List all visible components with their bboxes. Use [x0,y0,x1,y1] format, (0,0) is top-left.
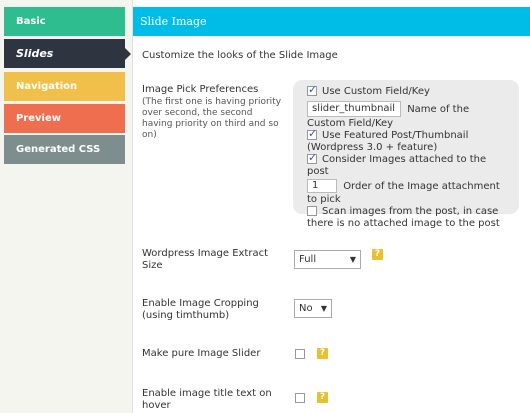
cropping-label: Enable Image Cropping [142,298,259,309]
tab-navigation[interactable]: Navigation [4,72,125,101]
title-hover-label-group: Enable image title text on hover [142,388,287,412]
extract-size-select[interactable]: Full ▼ [294,250,361,269]
featured-post-checkbox[interactable] [307,128,317,140]
extract-size-label: Wordpress Image Extract [142,248,269,259]
dropdown-arrow-icon: ▼ [349,255,356,264]
section-description: Customize the looks of the Slide Image [142,50,338,61]
tab-slides[interactable]: Slides [4,39,131,68]
title-hover-label-2: hover [142,400,171,411]
pure-slider-checkbox[interactable] [295,349,305,359]
featured-post-label: Use Featured Post/Thumbnail [322,130,469,141]
title-hover-checkbox[interactable] [295,393,305,403]
image-pick-preferences-box: Use Custom Field/Key slider_thumbnail Na… [293,80,519,229]
cropping-value: No [299,303,313,314]
attached-images-label: Consider Images attached to the post [307,154,487,177]
image-pick-label: Image Pick Preferences [142,84,259,95]
help-icon[interactable]: ? [317,392,328,403]
attachment-order-input[interactable]: 1 [307,179,337,193]
sidebar: Basic Slides Navigation Preview Generate… [0,0,133,413]
image-pick-subtext: (The first one is having priority over s… [142,97,282,140]
scan-images-checkbox[interactable] [307,206,317,216]
attachment-order-label: Order of the Image attachment [343,181,500,192]
custom-field-checkbox[interactable] [307,84,317,96]
featured-post-note: (Wordpress 3.0 + feature) [307,142,438,153]
cropping-label-group: Enable Image Cropping (using timthumb) [142,298,287,322]
help-icon[interactable]: ? [317,348,328,359]
help-icon[interactable]: ? [372,249,383,260]
tab-generated-css[interactable]: Generated CSS [4,135,125,164]
scan-images-label: Scan images from the post, in case [322,206,499,217]
scan-images-label-2: there is no attached image to the post [307,218,500,229]
custom-field-input[interactable]: slider_thumbnail [307,101,401,117]
main-panel: Slide Image Customize the looks of the S… [133,0,530,413]
attachment-order-label-2: to pick [307,194,341,205]
tab-preview[interactable]: Preview [4,104,125,133]
attached-images-checkbox[interactable] [307,152,317,164]
custom-field-name-label-2: Custom Field/Key [307,118,394,129]
section-header: Slide Image [133,7,530,36]
pure-slider-label: Make pure Image Slider [142,348,261,359]
tab-basic[interactable]: Basic [4,7,125,36]
cropping-select[interactable]: No ▼ [294,299,332,318]
image-pick-label-group: Image Pick Preferences (The first one is… [142,84,282,141]
custom-field-label: Use Custom Field/Key [322,86,430,97]
dropdown-arrow-icon: ▼ [320,304,327,313]
extract-size-value: Full [299,254,317,265]
extract-size-label-group: Wordpress Image Extract Size [142,248,287,272]
cropping-label-2: (using timthumb) [142,310,230,321]
title-hover-label: Enable image title text on [142,388,272,399]
extract-size-label-2: Size [142,260,163,271]
custom-field-name-label: Name of the [407,104,470,115]
